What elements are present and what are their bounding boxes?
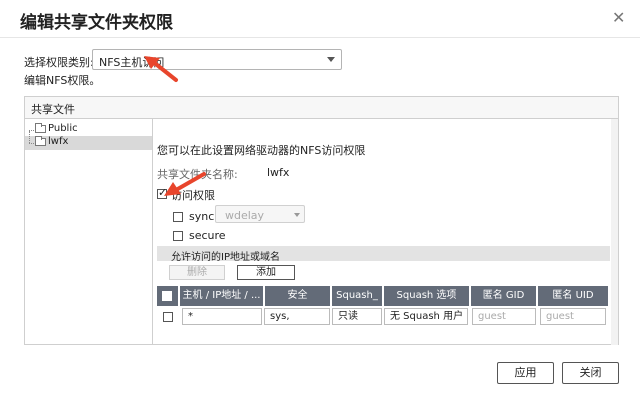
tree-item-label: Public	[48, 123, 78, 134]
permission-type-select[interactable]: NFS主机访问	[92, 49, 342, 70]
permission-description: 编辑NFS权限。	[24, 74, 101, 87]
security-input[interactable]: sys,	[264, 308, 330, 325]
folder-icon	[35, 136, 46, 146]
select-all-header[interactable]	[157, 286, 178, 306]
share-name-value: lwfx	[267, 166, 290, 179]
delete-button[interactable]: 删除	[169, 265, 225, 280]
tree-item-lwfx[interactable]: lwfx	[25, 131, 152, 150]
sync-label: sync	[189, 210, 215, 223]
select-all-checkbox[interactable]	[162, 291, 172, 301]
ip-section-title: 允许访问的IP地址或域名	[171, 252, 280, 263]
nfs-settings: 您可以在此设置网络驱动器的NFS访问权限 共享文件夹名称: lwfx 访问权限 …	[154, 119, 618, 345]
add-button[interactable]: 添加	[237, 265, 295, 280]
secure-checkbox[interactable]	[173, 231, 183, 241]
host-input[interactable]: *	[182, 308, 262, 325]
folder-icon	[35, 123, 46, 133]
close-icon[interactable]: ✕	[612, 8, 625, 27]
dialog-title: 编辑共享文件夹权限	[20, 13, 173, 33]
apply-button[interactable]: 应用	[497, 362, 554, 384]
sync-mode-value: wdelay	[225, 209, 265, 222]
chevron-down-icon	[327, 57, 335, 62]
column-header: Squash_	[332, 286, 382, 306]
gid-input[interactable]: guest	[472, 308, 536, 325]
squash-option-input[interactable]: 无 Squash 用户	[384, 308, 468, 325]
tree-item-label: lwfx	[48, 136, 69, 147]
folder-tree: Public lwfx	[25, 119, 153, 345]
squash-input[interactable]: 只读	[332, 308, 382, 325]
sync-checkbox[interactable]	[173, 212, 183, 222]
arrow-icon	[164, 172, 206, 196]
panel-header: 共享文件	[25, 97, 618, 119]
column-header: 匿名 UID	[538, 286, 608, 306]
share-panel: 共享文件 Public lwfx 您可以在此设置网络驱动器的NFS访问权限 共享…	[24, 96, 619, 345]
secure-label: secure	[189, 229, 226, 242]
tree-item-public[interactable]: Public	[25, 123, 152, 137]
column-header: 安全	[265, 286, 330, 306]
panel-header-label: 共享文件	[31, 103, 75, 116]
close-button[interactable]: 关闭	[562, 362, 619, 384]
permission-type-label: 选择权限类别:	[24, 56, 94, 69]
scrollbar[interactable]	[611, 119, 618, 345]
dialog-title-bar: 编辑共享文件夹权限 ✕	[0, 0, 640, 38]
column-header: 主机 / IP地址 / ...	[180, 286, 263, 306]
arrow-icon	[144, 56, 178, 82]
ip-section-header: 允许访问的IP地址或域名	[157, 246, 610, 263]
column-header: Squash 选项	[384, 286, 469, 306]
uid-input[interactable]: guest	[540, 308, 606, 325]
nfs-description: 您可以在此设置网络驱动器的NFS访问权限	[157, 144, 366, 157]
sync-mode-select[interactable]: wdelay	[215, 205, 305, 223]
column-header: 匿名 GID	[471, 286, 536, 306]
row-checkbox[interactable]	[163, 312, 173, 322]
chevron-down-icon	[294, 213, 300, 217]
